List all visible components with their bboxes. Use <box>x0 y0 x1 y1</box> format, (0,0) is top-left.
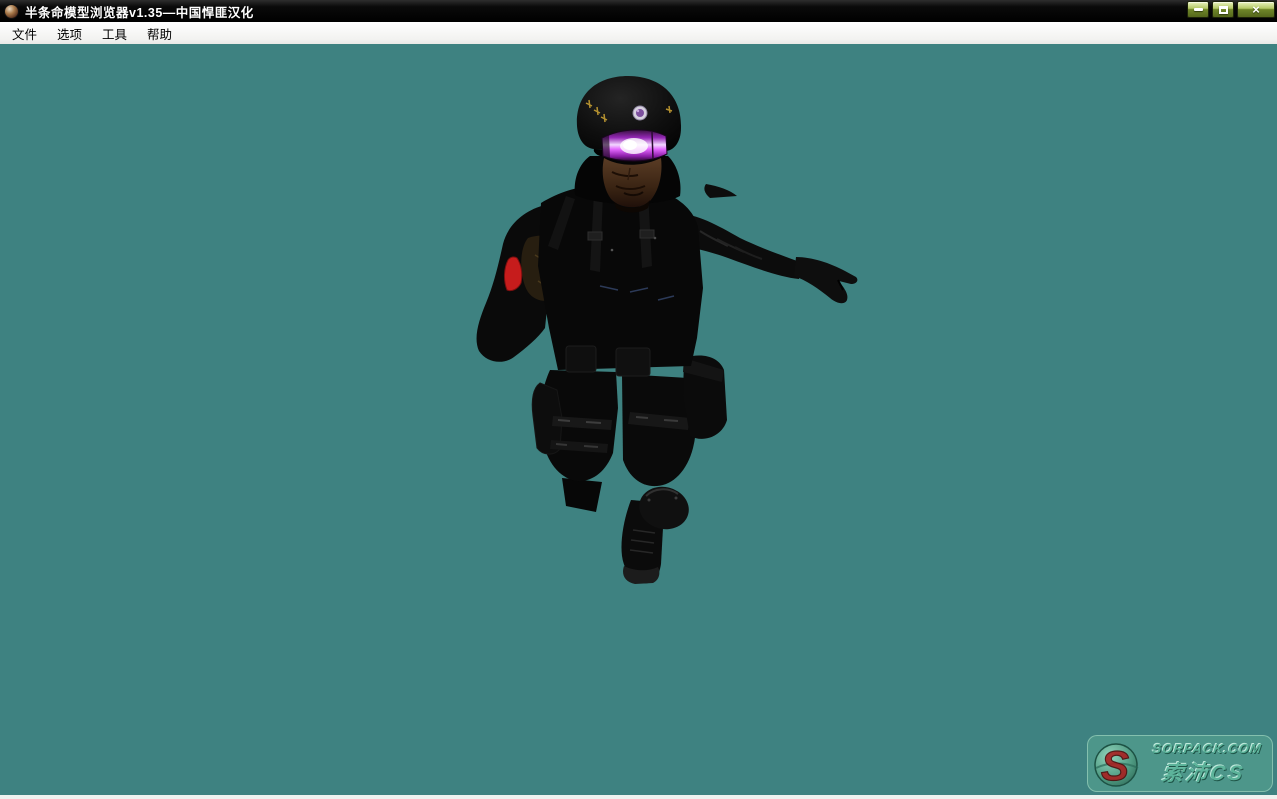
model-torso <box>538 185 703 376</box>
watermark-text: SORPACK.COM 索沛CS <box>1139 741 1271 787</box>
model-red-shoulder-patch <box>504 257 521 291</box>
maximize-button[interactable] <box>1212 1 1234 18</box>
close-icon: × <box>1252 2 1260 17</box>
window-title: 半条命模型浏览器v1.35—中国悍匪汉化 <box>25 2 254 21</box>
window-controls: × <box>1187 1 1275 18</box>
menu-tools[interactable]: 工具 <box>92 21 137 46</box>
watermark-brand: 索沛CS <box>1160 757 1247 787</box>
menu-file[interactable]: 文件 <box>2 21 47 46</box>
app-globe-icon <box>4 4 19 19</box>
minimize-button[interactable] <box>1187 1 1209 18</box>
model-viewport[interactable]: S SORPACK.COM 索沛CS <box>0 44 1277 795</box>
watermark: S SORPACK.COM 索沛CS <box>1087 735 1273 792</box>
maximize-icon <box>1219 6 1228 14</box>
sorpack-s-logo: S <box>1090 738 1142 790</box>
model-legs <box>532 370 696 584</box>
model-goggles <box>602 130 667 161</box>
titlebar: 半条命模型浏览器v1.35—中国悍匪汉化 × <box>0 0 1277 22</box>
watermark-site: SORPACK.COM <box>1152 741 1263 756</box>
menu-options[interactable]: 选项 <box>47 21 92 46</box>
model-hip-pouch <box>683 355 727 438</box>
svg-text:S: S <box>1101 742 1129 789</box>
model-viewer-window: 半条命模型浏览器v1.35—中国悍匪汉化 × 文件 选项 工具 帮助 <box>0 0 1277 799</box>
close-button[interactable]: × <box>1237 1 1275 18</box>
model-shoulder-antenna <box>704 184 737 198</box>
menubar: 文件 选项 工具 帮助 <box>0 22 1277 44</box>
window-bottom-border <box>0 795 1277 799</box>
minimize-icon <box>1194 8 1203 11</box>
swat-soldier-model <box>470 60 880 600</box>
menu-help[interactable]: 帮助 <box>137 21 182 46</box>
